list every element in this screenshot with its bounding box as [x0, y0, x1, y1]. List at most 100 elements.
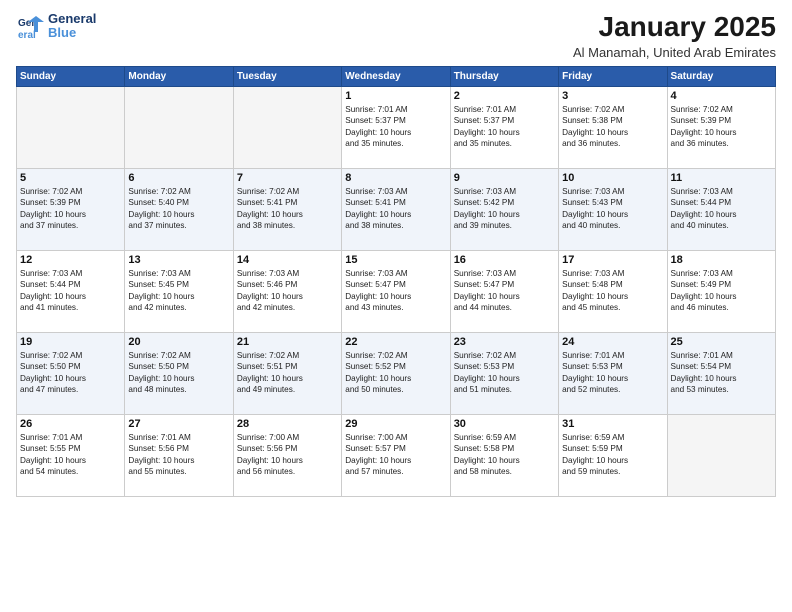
day-cell: 25 Sunrise: 7:01 AM Sunset: 5:54 PM Dayli…	[667, 332, 775, 414]
day-cell	[233, 86, 341, 168]
day-number: 27	[128, 418, 229, 430]
day-info: Sunrise: 7:02 AM Sunset: 5:50 PM Dayligh…	[20, 350, 121, 396]
day-number: 1	[345, 90, 446, 102]
day-info: Sunrise: 7:02 AM Sunset: 5:50 PM Dayligh…	[128, 350, 229, 396]
day-number: 25	[671, 336, 772, 348]
day-cell: 23Sunrise: 7:02 AM Sunset: 5:53 PM Dayli…	[450, 332, 558, 414]
svg-text:eral: eral	[18, 30, 36, 40]
header-thursday: Thursday	[450, 66, 558, 86]
day-number: 18	[671, 254, 772, 266]
day-cell	[667, 414, 775, 496]
header-saturday: Saturday	[667, 66, 775, 86]
day-cell: 8 Sunrise: 7:03 AM Sunset: 5:41 PM Daylig…	[342, 168, 450, 250]
day-info: Sunrise: 7:02 AM Sunset: 5:52 PM Dayligh…	[345, 350, 446, 396]
day-info: Sunrise: 7:02 AM Sunset: 5:41 PM Dayligh…	[237, 186, 338, 232]
header-friday: Friday	[559, 66, 667, 86]
header: Gen eral General Blue January 2025 Al Ma…	[16, 12, 776, 60]
day-number: 15	[345, 254, 446, 266]
day-number: 9	[454, 172, 555, 184]
day-number: 10	[562, 172, 663, 184]
day-cell: 15Sunrise: 7:03 AM Sunset: 5:47 PM Dayli…	[342, 250, 450, 332]
day-number: 4	[671, 90, 772, 102]
day-number: 2	[454, 90, 555, 102]
day-cell: 19 Sunrise: 7:02 AM Sunset: 5:50 PM Dayli…	[17, 332, 125, 414]
day-number: 6	[128, 172, 229, 184]
day-info: Sunrise: 7:01 AM Sunset: 5:37 PM Dayligh…	[454, 104, 555, 150]
calendar-title: January 2025	[573, 12, 776, 43]
day-number: 11	[671, 172, 772, 184]
logo-line1: General	[48, 12, 96, 26]
week-row-3: 12 Sunrise: 7:03 AM Sunset: 5:44 PM Dayli…	[17, 250, 776, 332]
day-cell: 30Sunrise: 6:59 AM Sunset: 5:58 PM Dayli…	[450, 414, 558, 496]
day-info: Sunrise: 7:00 AM Sunset: 5:56 PM Dayligh…	[237, 432, 338, 478]
day-cell: 3 Sunrise: 7:02 AM Sunset: 5:38 PM Daylig…	[559, 86, 667, 168]
day-number: 20	[128, 336, 229, 348]
day-info: Sunrise: 6:59 AM Sunset: 5:59 PM Dayligh…	[562, 432, 663, 478]
day-cell: 9 Sunrise: 7:03 AM Sunset: 5:42 PM Daylig…	[450, 168, 558, 250]
day-number: 3	[562, 90, 663, 102]
day-number: 7	[237, 172, 338, 184]
logo-line2: Blue	[48, 26, 96, 40]
day-number: 28	[237, 418, 338, 430]
day-number: 19	[20, 336, 121, 348]
day-info: Sunrise: 7:03 AM Sunset: 5:48 PM Dayligh…	[562, 268, 663, 314]
day-cell: 28 Sunrise: 7:00 AM Sunset: 5:56 PM Dayli…	[233, 414, 341, 496]
day-info: Sunrise: 7:03 AM Sunset: 5:46 PM Dayligh…	[237, 268, 338, 314]
day-number: 17	[562, 254, 663, 266]
day-cell: 13 Sunrise: 7:03 AM Sunset: 5:45 PM Dayli…	[125, 250, 233, 332]
day-cell	[17, 86, 125, 168]
day-number: 14	[237, 254, 338, 266]
day-info: Sunrise: 7:03 AM Sunset: 5:44 PM Dayligh…	[20, 268, 121, 314]
day-cell: 24Sunrise: 7:01 AM Sunset: 5:53 PM Dayli…	[559, 332, 667, 414]
day-cell: 20 Sunrise: 7:02 AM Sunset: 5:50 PM Dayli…	[125, 332, 233, 414]
day-cell: 1Sunrise: 7:01 AM Sunset: 5:37 PM Daylig…	[342, 86, 450, 168]
week-row-5: 26Sunrise: 7:01 AM Sunset: 5:55 PM Dayli…	[17, 414, 776, 496]
day-info: Sunrise: 7:03 AM Sunset: 5:49 PM Dayligh…	[671, 268, 772, 314]
logo-icon: Gen eral	[16, 12, 44, 40]
header-tuesday: Tuesday	[233, 66, 341, 86]
day-number: 16	[454, 254, 555, 266]
day-cell: 22 Sunrise: 7:02 AM Sunset: 5:52 PM Dayli…	[342, 332, 450, 414]
day-info: Sunrise: 7:02 AM Sunset: 5:38 PM Dayligh…	[562, 104, 663, 150]
day-cell: 31Sunrise: 6:59 AM Sunset: 5:59 PM Dayli…	[559, 414, 667, 496]
day-info: Sunrise: 7:02 AM Sunset: 5:39 PM Dayligh…	[20, 186, 121, 232]
header-monday: Monday	[125, 66, 233, 86]
day-cell: 29 Sunrise: 7:00 AM Sunset: 5:57 PM Dayli…	[342, 414, 450, 496]
day-cell: 12 Sunrise: 7:03 AM Sunset: 5:44 PM Dayli…	[17, 250, 125, 332]
day-info: Sunrise: 7:03 AM Sunset: 5:47 PM Dayligh…	[454, 268, 555, 314]
day-cell: 21Sunrise: 7:02 AM Sunset: 5:51 PM Dayli…	[233, 332, 341, 414]
header-row: Sunday Monday Tuesday Wednesday Thursday…	[17, 66, 776, 86]
day-info: Sunrise: 7:01 AM Sunset: 5:56 PM Dayligh…	[128, 432, 229, 478]
day-cell: 7 Sunrise: 7:02 AM Sunset: 5:41 PM Daylig…	[233, 168, 341, 250]
day-number: 24	[562, 336, 663, 348]
day-cell: 26Sunrise: 7:01 AM Sunset: 5:55 PM Dayli…	[17, 414, 125, 496]
day-cell: 16 Sunrise: 7:03 AM Sunset: 5:47 PM Dayli…	[450, 250, 558, 332]
day-cell: 4 Sunrise: 7:02 AM Sunset: 5:39 PM Daylig…	[667, 86, 775, 168]
calendar-page: Gen eral General Blue January 2025 Al Ma…	[0, 0, 792, 612]
day-cell: 18 Sunrise: 7:03 AM Sunset: 5:49 PM Dayli…	[667, 250, 775, 332]
title-block: January 2025 Al Manamah, United Arab Emi…	[573, 12, 776, 60]
day-cell: 6Sunrise: 7:02 AM Sunset: 5:40 PM Daylig…	[125, 168, 233, 250]
day-number: 21	[237, 336, 338, 348]
header-sunday: Sunday	[17, 66, 125, 86]
calendar-subtitle: Al Manamah, United Arab Emirates	[573, 45, 776, 60]
week-row-1: 1 Sunrise: 7:01 AM Sunset: 5:37 PM Daylig…	[17, 86, 776, 168]
logo: Gen eral General Blue	[16, 12, 96, 41]
day-info: Sunrise: 7:03 AM Sunset: 5:42 PM Dayligh…	[454, 186, 555, 232]
day-info: Sunrise: 7:03 AM Sunset: 5:45 PM Dayligh…	[128, 268, 229, 314]
day-info: Sunrise: 7:00 AM Sunset: 5:57 PM Dayligh…	[345, 432, 446, 478]
day-number: 22	[345, 336, 446, 348]
day-info: Sunrise: 7:02 AM Sunset: 5:39 PM Dayligh…	[671, 104, 772, 150]
day-number: 29	[345, 418, 446, 430]
day-number: 12	[20, 254, 121, 266]
day-number: 13	[128, 254, 229, 266]
day-info: Sunrise: 7:02 AM Sunset: 5:53 PM Dayligh…	[454, 350, 555, 396]
day-info: Sunrise: 7:01 AM Sunset: 5:54 PM Dayligh…	[671, 350, 772, 396]
day-cell: 17 Sunrise: 7:03 AM Sunset: 5:48 PM Dayli…	[559, 250, 667, 332]
day-cell	[125, 86, 233, 168]
day-info: Sunrise: 7:03 AM Sunset: 5:43 PM Dayligh…	[562, 186, 663, 232]
calendar-table: Sunday Monday Tuesday Wednesday Thursday…	[16, 66, 776, 497]
day-info: Sunrise: 7:03 AM Sunset: 5:41 PM Dayligh…	[345, 186, 446, 232]
day-number: 8	[345, 172, 446, 184]
day-cell: 14 Sunrise: 7:03 AM Sunset: 5:46 PM Dayli…	[233, 250, 341, 332]
